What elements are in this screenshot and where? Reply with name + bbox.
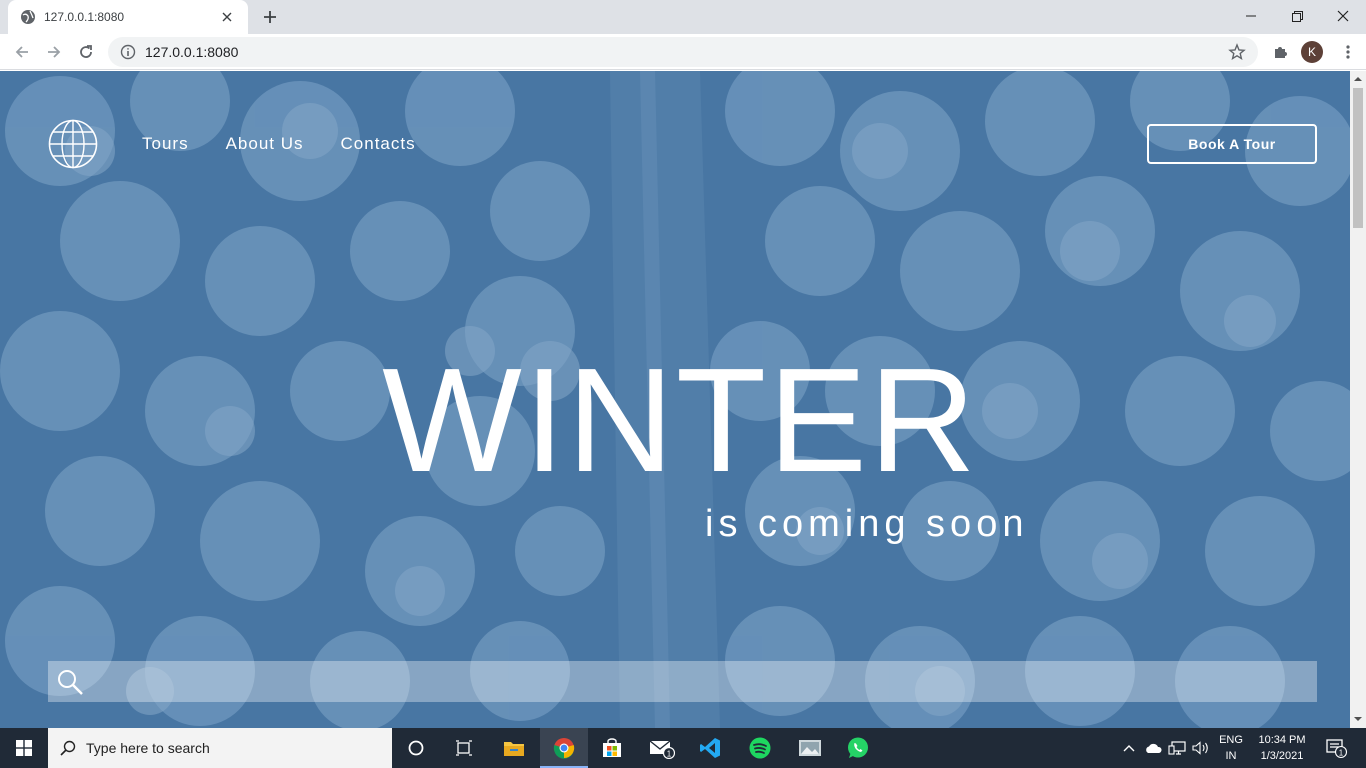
onedrive-cloud-icon[interactable] [1142,728,1164,768]
search-bar [48,661,1317,702]
mail-badge: 1 [667,750,672,759]
language-code: ENG [1219,734,1243,746]
nav-about-us-link[interactable]: About Us [226,134,304,154]
nav-contacts-link[interactable]: Contacts [341,134,416,154]
file-explorer-icon[interactable] [490,728,538,768]
search-input[interactable] [84,661,1317,702]
windows-taskbar: Type here to search 1 ENG IN 10:34 PM 1/… [0,728,1366,768]
window-controls [1228,0,1366,32]
taskbar-search-box[interactable]: Type here to search [48,728,392,768]
hero-headline: WINTER [382,338,978,503]
photos-app-icon[interactable] [786,728,834,768]
hero-section: Tours About Us Contacts Book A Tour WINT… [0,71,1350,728]
clock-time: 10:34 PM [1258,734,1306,746]
book-a-tour-button[interactable]: Book A Tour [1147,124,1317,164]
globe-icon [21,10,35,24]
search-icon [60,740,76,756]
url-text: 127.0.0.1:8080 [145,44,239,60]
scrollbar-thumb[interactable] [1353,88,1363,228]
globe-logo-icon[interactable] [48,119,98,169]
minimize-icon[interactable] [1228,0,1274,32]
nav-tours-link[interactable]: Tours [142,134,189,154]
forward-arrow-icon[interactable] [40,38,68,66]
extensions-puzzle-icon[interactable] [1266,38,1294,66]
windows-start-icon[interactable] [0,728,48,768]
cortana-circle-icon[interactable] [392,728,440,768]
page-viewport: Tours About Us Contacts Book A Tour WINT… [0,71,1350,728]
tab-strip: 127.0.0.1:8080 [0,0,1366,34]
more-menu-icon[interactable] [1334,38,1362,66]
profile-avatar[interactable]: K [1301,41,1323,63]
close-tab-icon[interactable] [218,8,236,26]
whatsapp-icon[interactable] [834,728,882,768]
browser-toolbar: 127.0.0.1:8080 K [0,34,1366,70]
back-arrow-icon[interactable] [8,38,36,66]
volume-speaker-icon[interactable] [1190,728,1212,768]
chrome-icon[interactable] [540,728,588,768]
address-bar[interactable]: 127.0.0.1:8080 [108,37,1258,67]
taskbar-clock[interactable]: 10:34 PM 1/3/2021 [1252,732,1312,764]
scroll-up-arrow-icon[interactable] [1354,75,1362,83]
reload-icon[interactable] [72,38,100,66]
main-nav: Tours About Us Contacts [142,134,453,154]
input-language-indicator[interactable]: ENG IN [1216,732,1246,764]
page-scrollbar[interactable] [1350,71,1366,728]
mail-icon[interactable]: 1 [638,728,686,768]
task-view-icon[interactable] [440,728,488,768]
restore-icon[interactable] [1274,0,1320,32]
search-icon[interactable] [56,668,84,696]
notifications-badge: 1 [1339,749,1344,758]
tab-title: 127.0.0.1:8080 [44,10,125,24]
browser-tab[interactable]: 127.0.0.1:8080 [8,0,248,34]
microsoft-store-icon[interactable] [588,728,636,768]
vscode-icon[interactable] [686,728,734,768]
bookmark-star-icon[interactable] [1228,43,1246,61]
region-code: IN [1225,750,1237,762]
close-window-icon[interactable] [1320,0,1366,32]
info-icon[interactable] [120,44,136,60]
hero-subheadline: is coming soon [705,503,1029,545]
network-icon[interactable] [1166,728,1188,768]
show-hidden-icons-chevron-icon[interactable] [1118,728,1140,768]
taskbar-search-placeholder: Type here to search [86,740,210,756]
spotify-icon[interactable] [736,728,784,768]
clock-date: 1/3/2021 [1260,750,1304,762]
notifications-icon[interactable]: 1 [1318,728,1354,768]
new-tab-icon[interactable] [258,6,282,28]
scroll-down-arrow-icon[interactable] [1354,715,1362,723]
